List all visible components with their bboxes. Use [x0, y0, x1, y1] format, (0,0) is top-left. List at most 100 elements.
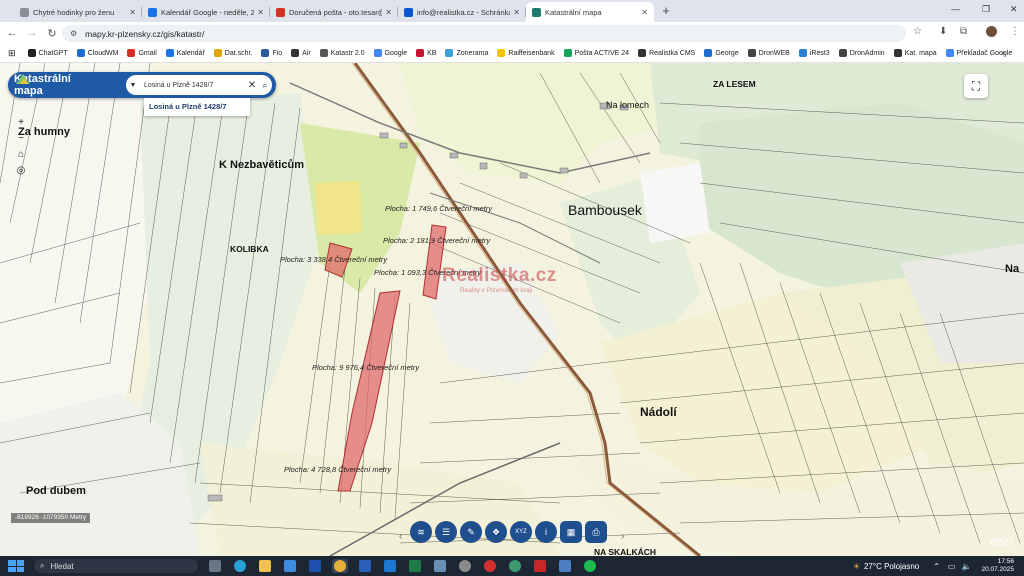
- bookmark-chatgpt[interactable]: ChatGPT: [27, 49, 68, 57]
- tab-4[interactable]: info@realistka.cz - Schránka zp✕: [398, 2, 526, 22]
- tab-5[interactable]: Katastrální mapa ✕: [526, 2, 654, 22]
- volume-icon[interactable]: 🔈: [961, 562, 971, 571]
- bookmark-realistka-cms[interactable]: Realistka CMS: [638, 49, 695, 57]
- bookmark-label: Gmail: [138, 49, 157, 57]
- zoom-out-button[interactable]: −: [18, 131, 24, 147]
- tab-strip: Chytré hodinky pro ženu ✕ Kalendář Google …: [0, 0, 1024, 22]
- bookmark-irest3[interactable]: iRest3: [798, 49, 830, 57]
- maximize-button[interactable]: ❐: [982, 4, 990, 15]
- bookmark-katastr-2-0[interactable]: Katastr 2.0: [319, 49, 365, 57]
- bookmark-favicon: [893, 49, 902, 57]
- app-l-icon[interactable]: [307, 559, 323, 573]
- network-icon[interactable]: ▭: [948, 562, 956, 571]
- utility-app-icon[interactable]: [457, 559, 473, 573]
- spotify-icon[interactable]: [582, 559, 598, 573]
- back-icon[interactable]: ←: [4, 27, 20, 39]
- save-app-icon[interactable]: [432, 559, 448, 573]
- tab-title: Katastrální mapa: [545, 7, 602, 17]
- word-icon[interactable]: [357, 559, 373, 573]
- print-icon[interactable]: ⎙: [585, 521, 607, 543]
- apps-icon[interactable]: ⊞: [8, 48, 16, 59]
- bookmark-kb[interactable]: KB: [416, 49, 436, 57]
- home-icon[interactable]: ⌂: [18, 147, 24, 163]
- bookmark-star-icon[interactable]: ☆: [913, 26, 922, 37]
- tab-favicon: [276, 7, 285, 17]
- bookmark-google[interactable]: Google: [373, 49, 407, 57]
- minimize-button[interactable]: —: [951, 4, 960, 14]
- bookmark-kalend-[interactable]: Kalendář: [165, 49, 205, 57]
- grid-icon[interactable]: ▦: [560, 521, 582, 543]
- search-scope-dropdown-icon[interactable]: ▼: [126, 82, 140, 89]
- close-tab-icon[interactable]: ✕: [385, 8, 392, 17]
- bookmark-po-ta-active-24[interactable]: Pošta ACTIVE 24: [563, 49, 629, 57]
- site-info-icon[interactable]: ⚙: [70, 29, 77, 38]
- toolbar-next-arrow[interactable]: ›: [621, 531, 624, 542]
- bookmark-dronweb[interactable]: DronWEB: [747, 49, 790, 57]
- layers-icon[interactable]: ≋: [410, 521, 432, 543]
- xyz-coordinates-icon[interactable]: XYZ: [510, 521, 532, 543]
- bookmark-dronadmin[interactable]: DronAdmin: [838, 49, 885, 57]
- bookmark-favicon: [497, 49, 506, 57]
- bookmark-cloudwm[interactable]: CloudWM: [76, 49, 119, 57]
- opera-icon[interactable]: [482, 559, 498, 573]
- search-icon[interactable]: ⌕: [258, 80, 272, 91]
- outlook-icon[interactable]: [382, 559, 398, 573]
- chrome-icon[interactable]: [332, 559, 348, 573]
- reload-icon[interactable]: ↻: [44, 27, 60, 40]
- cadastral-map[interactable]: Za humny K Nezbavěticům Bambousek KOLIBK…: [0, 63, 1024, 556]
- download-icon[interactable]: ⬇: [939, 26, 947, 37]
- tab-1[interactable]: Chytré hodinky pro ženu ✕: [14, 2, 142, 22]
- locate-icon[interactable]: ◎: [17, 163, 26, 179]
- legend-icon[interactable]: ☰: [435, 521, 457, 543]
- bookmark-label: Air: [302, 49, 311, 57]
- bookmark-fio[interactable]: Fio: [261, 49, 282, 57]
- tab-3[interactable]: Doručená pošta - oto.tesar@gm✕: [270, 2, 398, 22]
- profile-avatar[interactable]: [986, 26, 997, 37]
- close-window-button[interactable]: ✕: [1010, 4, 1018, 15]
- globe-app-icon[interactable]: [507, 559, 523, 573]
- extensions-icon[interactable]: ⧉: [960, 26, 967, 37]
- search-input[interactable]: Losiná u Plzně 1428/7: [140, 82, 246, 89]
- photos-icon[interactable]: [557, 559, 573, 573]
- app-red-icon[interactable]: [532, 559, 548, 573]
- start-button[interactable]: [8, 560, 24, 572]
- zoom-in-button[interactable]: +: [18, 115, 24, 131]
- bookmark-raiffeisenbank[interactable]: Raiffeisenbank: [497, 49, 555, 57]
- bookmark-dat-schr-[interactable]: Dat.schr.: [213, 49, 252, 57]
- clear-search-icon[interactable]: ✕: [246, 80, 258, 91]
- tray-overflow-icon[interactable]: ⌃: [933, 562, 940, 571]
- taskbar-search[interactable]: ⌕ Hledat: [34, 559, 198, 573]
- close-tab-icon[interactable]: ✕: [641, 8, 648, 17]
- forward-icon[interactable]: →: [24, 27, 40, 39]
- menu-icon[interactable]: ⋮: [1010, 26, 1020, 37]
- bookmark-gmail[interactable]: Gmail: [127, 49, 157, 57]
- close-tab-icon[interactable]: ✕: [129, 8, 136, 17]
- map-nav-controls: + − ⌂ ◎: [15, 115, 27, 179]
- close-tab-icon[interactable]: ✕: [513, 8, 520, 17]
- close-tab-icon[interactable]: ✕: [257, 8, 264, 17]
- more-bookmarks-icon[interactable]: »: [1001, 50, 1005, 57]
- toolbar-prev-arrow[interactable]: ‹: [399, 531, 402, 542]
- bookmark-air[interactable]: Air: [291, 49, 311, 57]
- info-icon[interactable]: i: [535, 521, 557, 543]
- new-tab-button[interactable]: +: [658, 4, 674, 20]
- task-view-icon[interactable]: [207, 559, 223, 573]
- bookmark-kat-mapa[interactable]: Kat. mapa: [893, 49, 937, 57]
- measure-icon[interactable]: ✎: [460, 521, 482, 543]
- file-explorer-icon[interactable]: [257, 559, 273, 573]
- area-measure-1: Plocha: 1 749,6 Čtvereční metry: [385, 204, 493, 213]
- bookmark-label: Kalendář: [176, 49, 205, 57]
- tab-2[interactable]: Kalendář Google - neděle, 20. ✕: [142, 2, 270, 22]
- clock[interactable]: 17:56 20.07.2025: [981, 558, 1014, 574]
- bookmark-zonerama[interactable]: Zonerama: [445, 49, 488, 57]
- excel-icon[interactable]: [407, 559, 423, 573]
- search-suggestion[interactable]: Losiná u Plzně 1428/7: [144, 98, 250, 116]
- bookmark-label: CloudWM: [87, 49, 119, 57]
- fullscreen-button[interactable]: ⛶: [964, 74, 988, 98]
- basemap-icon[interactable]: ❖: [485, 521, 507, 543]
- bookmark-george[interactable]: George: [704, 49, 739, 57]
- edge-icon[interactable]: [232, 559, 248, 573]
- address-bar[interactable]: ⚙ mapy.kr-plzensky.cz/gis/katastr/: [62, 25, 906, 42]
- store-icon[interactable]: [282, 559, 298, 573]
- weather-text[interactable]: 27°C Polojasno: [864, 562, 919, 571]
